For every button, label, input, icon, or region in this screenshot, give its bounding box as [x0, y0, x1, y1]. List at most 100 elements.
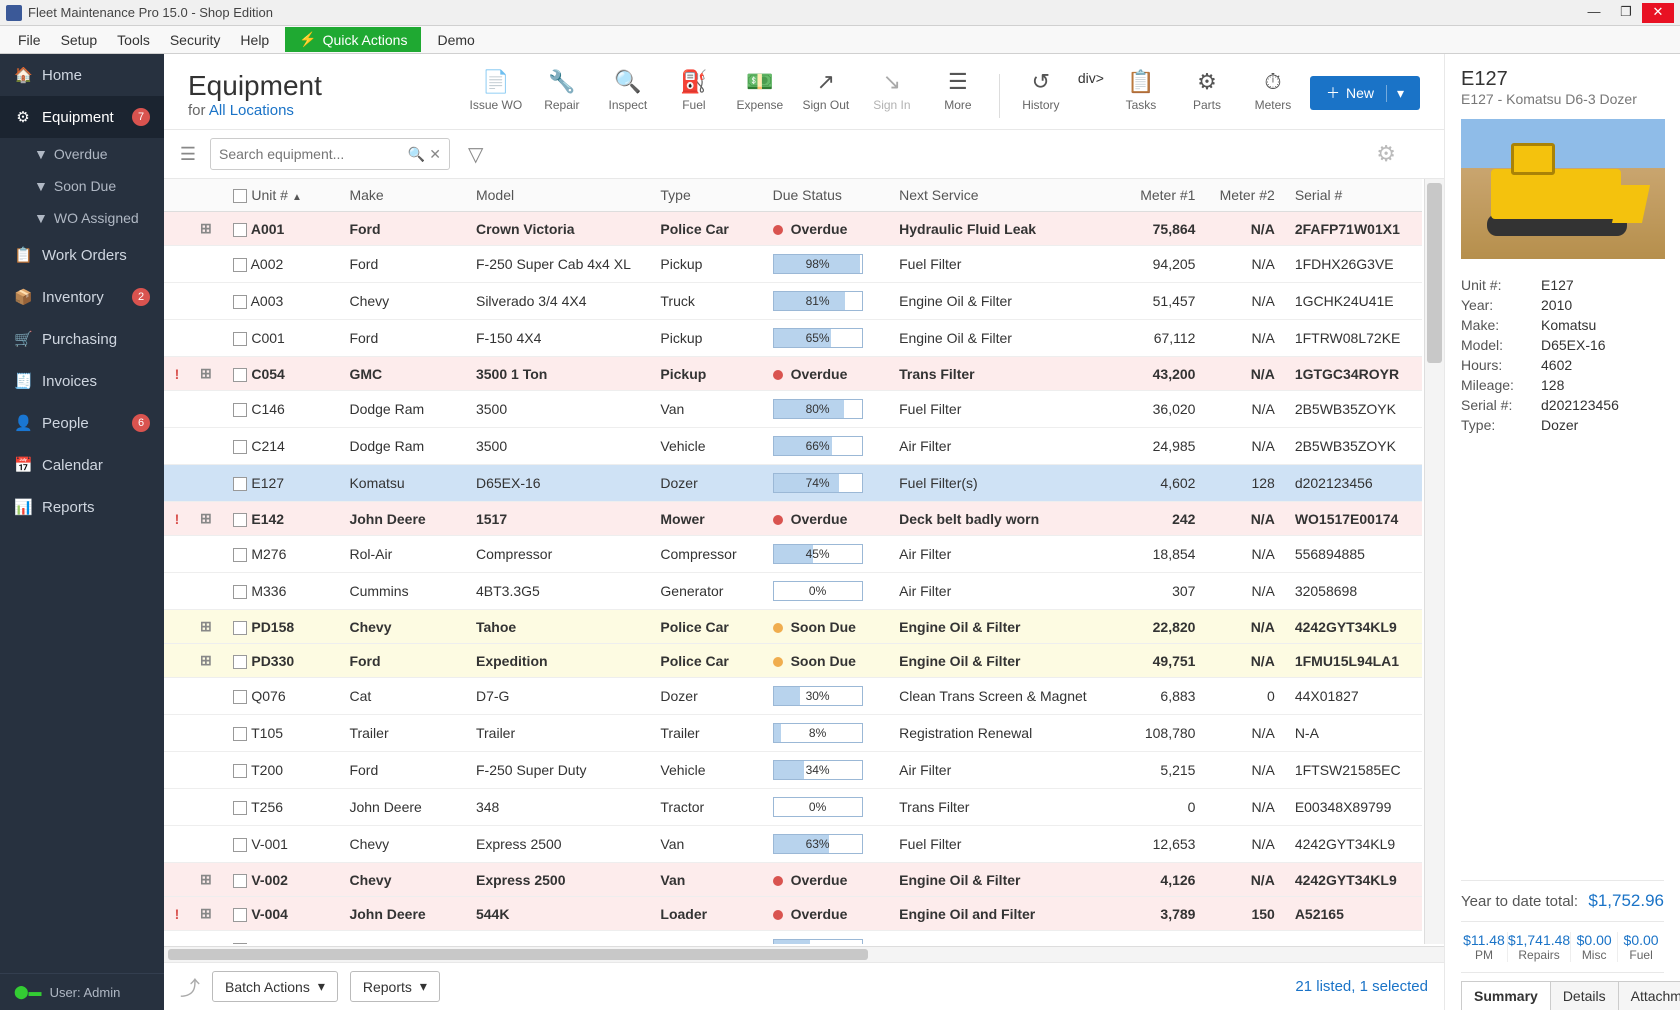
sidebar-overdue[interactable]: ▼Overdue: [0, 138, 164, 170]
expand-toggle[interactable]: [190, 789, 223, 826]
menu-security[interactable]: Security: [160, 28, 231, 52]
sidebar-purchasing[interactable]: 🛒Purchasing: [0, 318, 164, 360]
select-all-checkbox[interactable]: [233, 189, 247, 203]
table-row[interactable]: Q076CatD7-GDozer30%Clean Trans Screen & …: [164, 678, 1422, 715]
expand-toggle[interactable]: ⊞: [190, 644, 223, 678]
table-row[interactable]: !⊞ E142John Deere1517MowerOverdueDeck be…: [164, 502, 1422, 536]
row-checkbox[interactable]: [233, 943, 247, 944]
table-row[interactable]: !⊞ C054GMC3500 1 TonPickupOverdueTrans F…: [164, 357, 1422, 391]
expand-toggle[interactable]: [190, 320, 223, 357]
expand-toggle[interactable]: [190, 678, 223, 715]
table-row[interactable]: ⊞ A001FordCrown VictoriaPolice CarOverdu…: [164, 212, 1422, 246]
sidebar-equipment[interactable]: ⚙Equipment7: [0, 96, 164, 138]
sidebar-wo-assigned[interactable]: ▼WO Assigned: [0, 202, 164, 234]
table-row[interactable]: C001FordF-150 4X4Pickup65%Engine Oil & F…: [164, 320, 1422, 357]
row-checkbox[interactable]: [233, 764, 247, 778]
clear-icon[interactable]: ✕: [429, 146, 441, 163]
new-button[interactable]: ＋New▾: [1310, 76, 1420, 110]
batch-actions-button[interactable]: Batch Actions▾: [212, 971, 338, 1002]
row-checkbox[interactable]: [233, 874, 247, 888]
menu-file[interactable]: File: [8, 28, 51, 52]
table-row[interactable]: A002FordF-250 Super Cab 4x4 XLPickup98%F…: [164, 246, 1422, 283]
expand-toggle[interactable]: [190, 391, 223, 428]
table-row[interactable]: T105TrailerTrailerTrailer8%Registration …: [164, 715, 1422, 752]
sidebar-calendar[interactable]: 📅Calendar: [0, 444, 164, 486]
col-m1[interactable]: Meter #1: [1121, 179, 1205, 212]
row-checkbox[interactable]: [233, 403, 247, 417]
expand-toggle[interactable]: ⊞: [190, 502, 223, 536]
table-row[interactable]: C146Dodge Ram3500Van80%Fuel Filter36,020…: [164, 391, 1422, 428]
locations-link[interactable]: All Locations: [209, 102, 294, 119]
expand-toggle[interactable]: ⊞: [190, 357, 223, 391]
col-unit[interactable]: Unit #▲: [223, 179, 339, 212]
table-row[interactable]: T256John Deere348Tractor0%Trans Filter0N…: [164, 789, 1422, 826]
expand-toggle[interactable]: [190, 283, 223, 320]
minimize-button[interactable]: —: [1578, 3, 1610, 23]
sidebar-reports[interactable]: 📊Reports: [0, 486, 164, 528]
sidebar-soon-due[interactable]: ▼Soon Due: [0, 170, 164, 202]
col-serial[interactable]: Serial #: [1285, 179, 1422, 212]
sidebar-people[interactable]: 👤People6: [0, 402, 164, 444]
row-checkbox[interactable]: [233, 908, 247, 922]
sidebar-inventory[interactable]: 📦Inventory2: [0, 276, 164, 318]
row-checkbox[interactable]: [233, 295, 247, 309]
maximize-button[interactable]: ❐: [1610, 3, 1642, 23]
row-checkbox[interactable]: [233, 801, 247, 815]
row-checkbox[interactable]: [233, 727, 247, 741]
col-make[interactable]: Make: [339, 179, 466, 212]
col-type[interactable]: Type: [650, 179, 762, 212]
menu-tools[interactable]: Tools: [107, 28, 160, 52]
filter-icon[interactable]: ▽: [468, 142, 483, 167]
quick-actions-button[interactable]: ⚡Quick Actions: [285, 27, 421, 52]
tool-expense[interactable]: 💵Expense: [731, 70, 789, 112]
tool-more[interactable]: ☰More: [929, 70, 987, 112]
sidebar-work-orders[interactable]: 📋Work Orders: [0, 234, 164, 276]
list-view-icon[interactable]: ☰: [176, 144, 200, 165]
table-row[interactable]: ⊞ PD330FordExpeditionPolice CarSoon DueE…: [164, 644, 1422, 678]
expand-toggle[interactable]: [190, 826, 223, 863]
expand-toggle[interactable]: ⊞: [190, 897, 223, 931]
reports-button[interactable]: Reports▾: [350, 971, 440, 1002]
sidebar-user[interactable]: ⬤▬User: Admin: [0, 973, 164, 1010]
table-row[interactable]: A003ChevySilverado 3/4 4X4Truck81%Engine…: [164, 283, 1422, 320]
tool-meters[interactable]: ⏱Meters: [1244, 70, 1302, 112]
expand-toggle[interactable]: [190, 428, 223, 465]
table-row[interactable]: T200FordF-250 Super DutyVehicle34%Air Fi…: [164, 752, 1422, 789]
row-checkbox[interactable]: [233, 585, 247, 599]
row-checkbox[interactable]: [233, 655, 247, 669]
menu-help[interactable]: Help: [230, 28, 279, 52]
tool-issue-wo[interactable]: 📄Issue WO: [467, 70, 525, 112]
row-checkbox[interactable]: [233, 621, 247, 635]
search-input[interactable]: [219, 146, 404, 162]
menu-setup[interactable]: Setup: [51, 28, 108, 52]
search-icon[interactable]: 🔍: [408, 146, 425, 163]
cost-cell[interactable]: $0.00Fuel: [1618, 932, 1664, 962]
expand-toggle[interactable]: [190, 715, 223, 752]
row-checkbox[interactable]: [233, 548, 247, 562]
table-row[interactable]: W076Blue BirdBus32 Passenger41%Engine Oi…: [164, 931, 1422, 944]
table-row[interactable]: C214Dodge Ram3500Vehicle66%Air Filter24,…: [164, 428, 1422, 465]
row-checkbox[interactable]: [233, 223, 247, 237]
expand-toggle[interactable]: [190, 465, 223, 502]
horizontal-scrollbar[interactable]: [164, 946, 1444, 962]
grid-settings-icon[interactable]: ⚙: [1376, 141, 1396, 167]
table-row[interactable]: M336Cummins4BT3.3G5Generator0%Air Filter…: [164, 573, 1422, 610]
cost-cell[interactable]: $1,741.48Repairs: [1508, 932, 1571, 962]
col-expand[interactable]: [190, 179, 223, 212]
expand-toggle[interactable]: ⊞: [190, 212, 223, 246]
tab-attachments[interactable]: Attachments: [1618, 981, 1680, 1010]
col-next[interactable]: Next Service: [889, 179, 1121, 212]
tool-history[interactable]: ↺History: [1012, 70, 1070, 112]
expand-toggle[interactable]: [190, 573, 223, 610]
tool-fuel[interactable]: ⛽Fuel: [665, 70, 723, 112]
expand-toggle[interactable]: [190, 752, 223, 789]
col-m2[interactable]: Meter #2: [1205, 179, 1284, 212]
table-row[interactable]: ⊞ PD158ChevyTahoePolice CarSoon DueEngin…: [164, 610, 1422, 644]
row-checkbox[interactable]: [233, 368, 247, 382]
expand-toggle[interactable]: [190, 536, 223, 573]
sidebar-invoices[interactable]: 🧾Invoices: [0, 360, 164, 402]
col-due[interactable]: Due Status: [763, 179, 890, 212]
cost-cell[interactable]: $0.00Misc: [1571, 932, 1618, 962]
tool-repair[interactable]: 🔧Repair: [533, 70, 591, 112]
collapse-icon[interactable]: ⤴: [180, 972, 200, 1001]
